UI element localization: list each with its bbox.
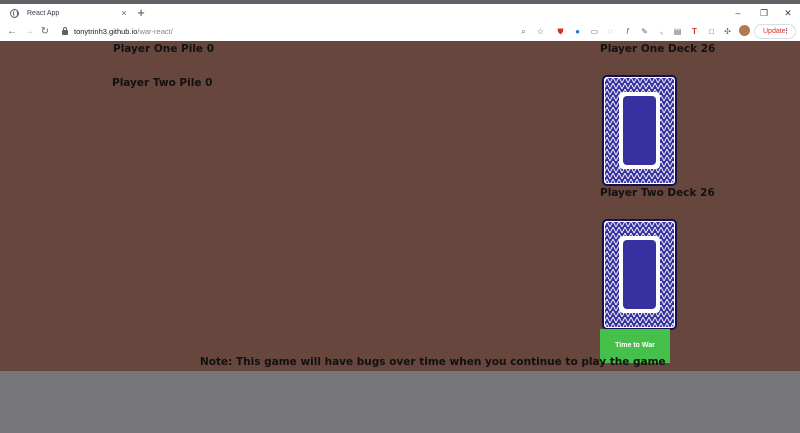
player-one-pile-label: Player One Pile 0 [113,43,215,55]
url-path: /war-react/ [137,27,173,36]
extension-icon[interactable]: ⸜ [656,26,667,37]
extension-icon[interactable]: □ [706,26,717,37]
eyedropper-icon[interactable]: ✎ [639,26,650,37]
tab-react-app[interactable]: React App × [4,4,130,22]
player-one-deck-label: Player One Deck 26 [600,43,716,55]
minimize-button[interactable]: – [728,6,748,20]
extension-icon[interactable]: ▤ [672,26,683,37]
tab-bar: React App × + – ❐ ✕ [0,4,800,22]
new-tab-button[interactable]: + [134,4,148,22]
profile-extension-icon[interactable]: ● [572,26,583,37]
lock-icon [62,27,68,35]
card-back-icon [605,78,674,183]
player-one-deck-card[interactable] [602,75,677,186]
url-host: tonytrinh3.github.io [74,27,138,36]
update-button[interactable]: Update ⋮ [754,24,796,39]
search-icon[interactable]: ⌕ [518,26,529,37]
extension-icon[interactable]: ◌ [605,26,616,37]
puzzle-icon[interactable]: ✣ [722,26,733,37]
tab-title: React App [27,9,60,17]
shield-extension-icon[interactable]: ⛊ [555,26,566,37]
forward-button[interactable]: → [21,24,37,39]
extension-icon[interactable]: ▭ [589,26,600,37]
avatar[interactable] [739,25,750,36]
card-back-icon [605,222,674,327]
page-viewport: Player One Pile 0 Player Two Pile 0 Play… [0,41,800,433]
back-button[interactable]: ← [4,24,20,39]
close-tab-icon[interactable]: × [118,8,130,18]
menu-icon[interactable]: ⋮ [783,25,790,38]
formula-extension-icon[interactable]: f [622,26,633,37]
bugs-note: Note: This game will have bugs over time… [200,356,666,368]
globe-icon [10,8,19,18]
reload-button[interactable]: ↻ [37,24,53,39]
player-two-deck-card[interactable] [602,219,677,330]
address-bar: ← → ↻ tonytrinh3.github.io/war-react/ ⌕ … [0,22,800,42]
url-field[interactable]: tonytrinh3.github.io/war-react/ [74,25,173,38]
close-window-button[interactable]: ✕ [778,6,798,20]
maximize-button[interactable]: ❐ [754,6,774,20]
player-two-deck-label: Player Two Deck 26 [600,187,715,199]
tp-extension-icon[interactable]: T [689,26,700,37]
player-two-pile-label: Player Two Pile 0 [112,77,213,89]
bookmark-star-icon[interactable]: ☆ [535,26,546,37]
game-area: Player One Pile 0 Player Two Pile 0 Play… [0,41,800,371]
